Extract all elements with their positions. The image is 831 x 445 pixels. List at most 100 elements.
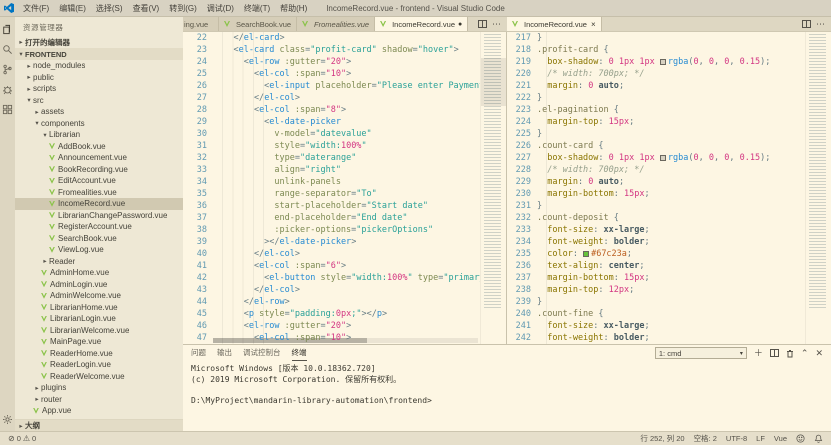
close-icon[interactable]: × [590,20,596,29]
tab-IncomeRecord.vue[interactable]: IncomeRecord.vue● [375,17,468,31]
tree-file-LibrarianLogin.vue[interactable]: LibrarianLogin.vue [15,313,183,325]
tree-file-AdminWelcome.vue[interactable]: AdminWelcome.vue [15,290,183,302]
section-outline[interactable]: ▸ 大纲 [15,419,183,431]
tab-IncomeRecord.vue[interactable]: IncomeRecord.vue× [507,17,602,31]
explorer-icon[interactable] [2,22,13,33]
tab-SearchBook.vue[interactable]: SearchBook.vue [219,17,297,31]
maximize-panel-icon[interactable]: ⌃ [801,349,809,358]
tree-folder-Librarian[interactable]: ▾Librarian [15,129,183,141]
tree-file-ReaderHome.vue[interactable]: ReaderHome.vue [15,348,183,360]
tree-file-AddBook.vue[interactable]: AddBook.vue [15,141,183,153]
minimap-right[interactable] [805,32,831,344]
problems-status[interactable]: ⊘0 ⚠0 [8,434,36,443]
tree-file-Fromealities.vue[interactable]: Fromealities.vue [15,187,183,199]
panel-tab-调试控制台[interactable]: 调试控制台 [243,345,281,361]
menu-文件(F)[interactable]: 文件(F) [18,2,54,15]
tree-file-ViewLog.vue[interactable]: ViewLog.vue [15,244,183,256]
extensions-icon[interactable] [2,102,13,113]
feedback-icon[interactable] [796,434,805,443]
tree-folder-router[interactable]: ▸router [15,394,183,406]
panel-tab-问题[interactable]: 问题 [191,345,206,361]
tree-folder-components[interactable]: ▾components [15,118,183,130]
language-mode[interactable]: Vue [774,434,787,443]
eol-status[interactable]: LF [756,434,765,443]
editor-group-right[interactable]: 2172182192202212222232242252262272282292… [507,32,831,344]
vue-icon [41,339,47,345]
menu-编辑(E)[interactable]: 编辑(E) [54,2,91,15]
tree-file-ReaderWelcome.vue[interactable]: ReaderWelcome.vue [15,371,183,383]
notifications-bell-icon[interactable] [814,434,823,443]
tab-Fromealities.vue[interactable]: Fromealities.vue [297,17,375,31]
code-right[interactable]: }.profit-card { box-shadow: 0 1px 1px rg… [537,32,805,344]
debug-icon[interactable] [2,82,13,93]
kill-terminal-icon[interactable] [786,349,794,358]
tree-file-LibrarianWelcome.vue[interactable]: LibrarianWelcome.vue [15,325,183,337]
tab-ing.vue[interactable]: ing.vue [183,17,219,31]
tree-file-MainPage.vue[interactable]: MainPage.vue [15,336,183,348]
section-open-editors[interactable]: ▸ 打开的编辑器 [15,36,183,48]
tree-file-AdminLogin.vue[interactable]: AdminLogin.vue [15,279,183,291]
vue-icon [49,201,55,207]
source-control-icon[interactable] [2,62,13,73]
tree-file-Announcement.vue[interactable]: Announcement.vue [15,152,183,164]
tree-folder-plugins[interactable]: ▸plugins [15,382,183,394]
tree-file-AdminHome.vue[interactable]: AdminHome.vue [15,267,183,279]
indentation-status[interactable]: 空格: 2 [694,433,717,444]
menu-调试(D)[interactable]: 调试(D) [202,2,239,15]
menu-帮助(H)[interactable]: 帮助(H) [275,2,312,15]
tabs-left: ing.vueSearchBook.vueFromealities.vueInc… [183,17,468,31]
vue-icon [49,247,55,253]
terminal-output[interactable]: Microsoft Windows [版本 10.0.18362.720](c)… [183,361,831,431]
explorer-sidebar: 资源管理器 ▸ 打开的编辑器 ▾ FRONTEND ▸node_modules▸… [15,17,183,431]
tree-file-LibrarianChangePassword.vue[interactable]: LibrarianChangePassword.vue [15,210,183,222]
tree-file-App.vue[interactable]: App.vue [15,405,183,417]
vue-icon [49,224,55,230]
gear-icon[interactable] [2,412,13,423]
editor-group-left[interactable]: 2223242526272829303132333435363738394041… [183,32,507,344]
title-bar: 文件(F)编辑(E)选择(S)查看(V)转到(G)调试(D)终端(T)帮助(H)… [0,0,831,17]
tree-file-ReaderLogin.vue[interactable]: ReaderLogin.vue [15,359,183,371]
tree-file-EditAccount.vue[interactable]: EditAccount.vue [15,175,183,187]
panel-tabs: 问题输出调试控制台终端 [191,345,307,361]
panel-tab-终端[interactable]: 终端 [292,345,307,361]
encoding-status[interactable]: UTF-8 [726,434,747,443]
search-icon[interactable] [2,42,13,53]
color-swatch [660,155,666,161]
tree-folder-node_modules[interactable]: ▸node_modules [15,60,183,72]
more-actions-icon[interactable]: ⋯ [816,19,826,30]
split-editor-icon[interactable] [802,15,811,33]
split-terminal-icon[interactable] [770,349,779,357]
tree-folder-assets[interactable]: ▸assets [15,106,183,118]
minimap-slider[interactable] [481,58,506,106]
menu-选择(S)[interactable]: 选择(S) [91,2,128,15]
tree-file-LibrarianHome.vue[interactable]: LibrarianHome.vue [15,302,183,314]
tree-file-SearchBook.vue[interactable]: SearchBook.vue [15,233,183,245]
tree-folder-scripts[interactable]: ▸scripts [15,83,183,95]
tree-folder-Reader[interactable]: ▸Reader [15,256,183,268]
vue-icon [41,293,47,299]
tree-file-IncomeRecord.vue[interactable]: IncomeRecord.vue [15,198,183,210]
split-editor-icon[interactable] [478,15,487,33]
vue-icon [41,373,47,379]
close-panel-icon[interactable]: ✕ [815,349,823,358]
file-tree: ▸node_modules▸public▸scripts▾src▸assets▾… [15,60,183,419]
tree-file-BookRecording.vue[interactable]: BookRecording.vue [15,164,183,176]
section-root-folder[interactable]: ▾ FRONTEND [15,48,183,60]
chevron-right-icon: ▸ [25,73,33,81]
tree-file-RegisterAccount.vue[interactable]: RegisterAccount.vue [15,221,183,233]
menu-转到(G)[interactable]: 转到(G) [164,2,202,15]
outline-label: 大纲 [25,420,40,431]
tree-folder-public[interactable]: ▸public [15,72,183,84]
minimap-left[interactable] [480,32,506,344]
code-left[interactable]: </el-card> <el-card class="profit-card" … [213,32,480,344]
terminal-selector-value: 1: cmd [659,349,682,358]
menu-查看(V)[interactable]: 查看(V) [128,2,165,15]
tree-folder-src[interactable]: ▾src [15,95,183,107]
cursor-position[interactable]: 行 252, 列 20 [640,433,684,444]
new-terminal-icon[interactable]: ＋ [754,349,763,358]
menu-终端(T)[interactable]: 终端(T) [239,2,275,15]
more-actions-icon[interactable]: ⋯ [492,19,502,30]
panel-tab-输出[interactable]: 输出 [217,345,232,361]
vscode-logo-icon [4,3,15,14]
terminal-selector[interactable]: 1: cmd ▾ [655,347,747,359]
